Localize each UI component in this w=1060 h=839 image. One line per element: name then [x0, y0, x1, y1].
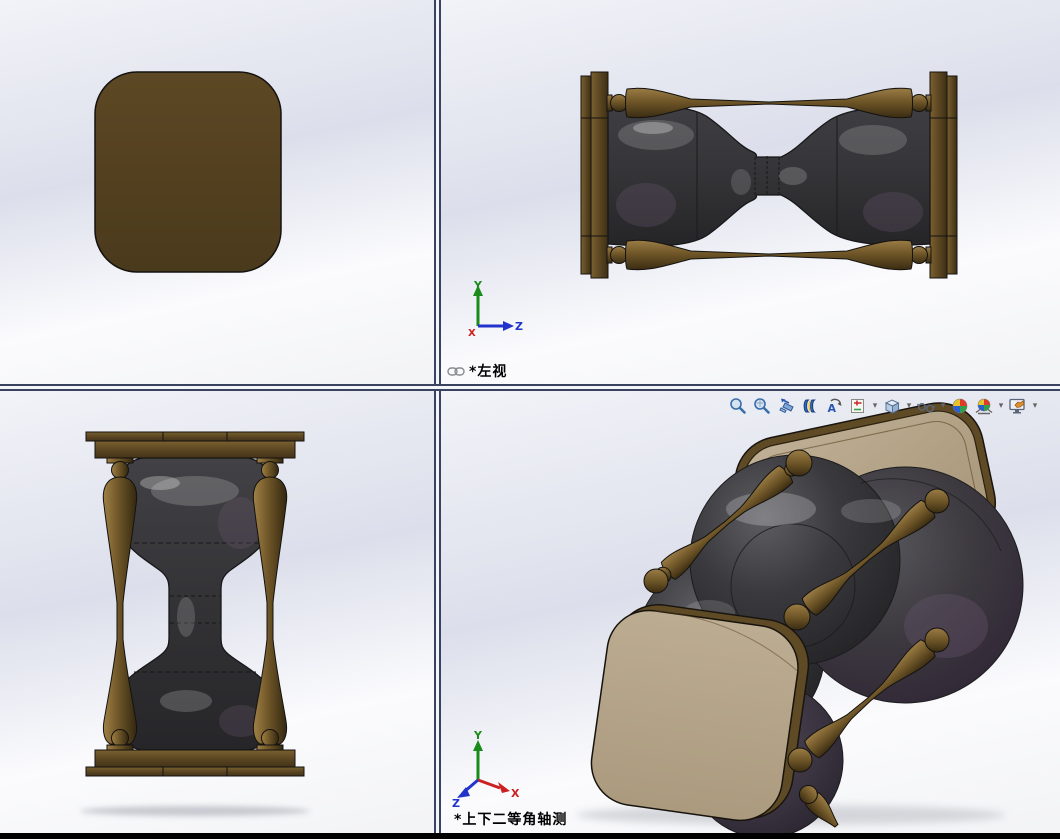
- axis-x-label: X: [511, 787, 520, 800]
- viewport-front-view[interactable]: [0, 391, 434, 839]
- linked-view-icon: [447, 366, 465, 376]
- viewport-isometric-view[interactable]: A ▾ ▾ ▾ ▾ ▾ Y X Z *上下二等角轴测: [441, 391, 1060, 839]
- apply-scene-icon[interactable]: [972, 395, 996, 417]
- isometric-model: [576, 402, 1024, 839]
- viewport-left-view[interactable]: Y Z X *左视: [441, 0, 1060, 384]
- axis-y-label: Y: [473, 729, 483, 742]
- heads-up-view-toolbar: A ▾ ▾ ▾ ▾ ▾: [726, 395, 1040, 417]
- view-orientation-sheet-dropdown[interactable]: ▾: [870, 395, 880, 417]
- view-orientation-cube-dropdown[interactable]: ▾: [904, 395, 914, 417]
- window-bottom-edge: [0, 833, 1060, 839]
- view-label-isometric: *上下二等角轴测: [454, 809, 567, 829]
- viewport-divider-horizontal[interactable]: [0, 384, 1060, 391]
- view-label-isometric-text: *上下二等角轴测: [454, 812, 568, 828]
- edit-appearance-icon[interactable]: [948, 395, 972, 417]
- hide-show-items-dropdown[interactable]: ▾: [938, 395, 948, 417]
- view-orientation-cube-icon[interactable]: [880, 395, 904, 417]
- svg-text:A: A: [828, 402, 837, 415]
- view-settings-dropdown[interactable]: ▾: [1030, 395, 1040, 417]
- view-orientation-sheet-icon[interactable]: [846, 395, 870, 417]
- section-view-icon[interactable]: [798, 395, 822, 417]
- hide-show-items-icon[interactable]: [914, 395, 938, 417]
- solidworks-quad-viewport: Y Z X *左视 A ▾ ▾ ▾ ▾ ▾ Y X Z *上下二等角轴测: [0, 0, 1060, 839]
- axis-y-label: Y: [473, 279, 483, 292]
- zoom-to-area-icon[interactable]: [750, 395, 774, 417]
- axis-x-label: X: [468, 328, 476, 339]
- viewport-top-view[interactable]: [0, 0, 434, 384]
- left-view-model: [580, 71, 958, 279]
- axis-triad-isometric: Y X Z: [452, 729, 520, 810]
- axis-z-label: Z: [515, 320, 523, 333]
- viewport-divider-vertical[interactable]: [434, 0, 441, 839]
- apply-scene-dropdown[interactable]: ▾: [996, 395, 1006, 417]
- top-view-model: [94, 71, 282, 273]
- view-label-left-text: *左视: [469, 364, 508, 380]
- front-view-model: [80, 431, 310, 816]
- dynamic-annotation-views-icon[interactable]: A: [822, 395, 846, 417]
- view-settings-icon[interactable]: [1006, 395, 1030, 417]
- zoom-to-fit-icon[interactable]: [726, 395, 750, 417]
- axis-triad-left-view: Y Z X: [468, 279, 523, 339]
- previous-view-icon[interactable]: [774, 395, 798, 417]
- view-label-left: *左视: [447, 361, 507, 381]
